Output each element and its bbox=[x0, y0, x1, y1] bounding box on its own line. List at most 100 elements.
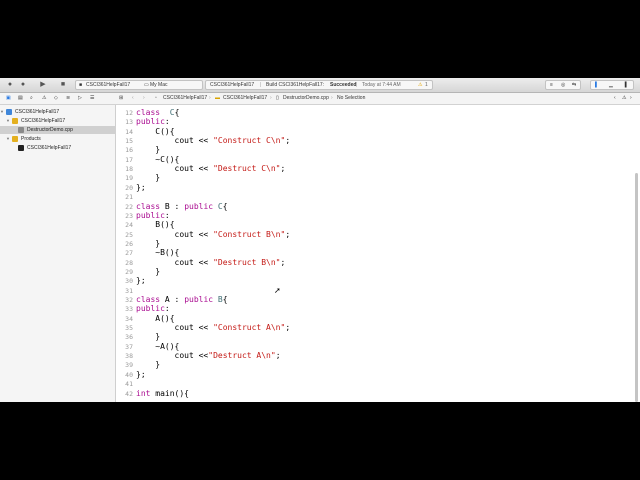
code-line[interactable]: C(){ bbox=[136, 127, 174, 136]
code-token: ; bbox=[280, 257, 286, 267]
navigator-item-label: CSCI361HelpFall17 bbox=[27, 145, 72, 151]
line-number: 31 bbox=[125, 286, 133, 295]
code-token: A(){ bbox=[136, 313, 175, 323]
code-line[interactable]: cout << "Destruct B\n"; bbox=[136, 257, 286, 267]
forward-arrow-icon[interactable]: › bbox=[143, 94, 145, 102]
code-line[interactable]: int main(){ bbox=[136, 389, 189, 398]
minimize-dot[interactable]: ● bbox=[19, 80, 27, 90]
code-line[interactable]: } bbox=[136, 360, 160, 369]
code-line[interactable]: }; bbox=[136, 183, 146, 192]
report-navigator-icon[interactable]: ☰ bbox=[90, 94, 94, 102]
code-line[interactable]: ~B(){ bbox=[136, 248, 179, 257]
standard-editor-icon[interactable]: ≡ bbox=[550, 81, 553, 89]
code-line[interactable]: ~C(){ bbox=[136, 155, 179, 164]
related-items-icon[interactable]: ⊞ bbox=[119, 94, 123, 102]
debug-navigator-icon[interactable]: ≋ bbox=[66, 94, 70, 102]
warning-icon[interactable]: ⚠ bbox=[418, 81, 422, 89]
scheme-selector[interactable]: ■ CSCI361HelpFall17 ▭ My Mac bbox=[75, 80, 203, 90]
line-number: 14 bbox=[125, 127, 133, 136]
status-build: Build CSCI361HelpFall17: bbox=[266, 82, 325, 88]
jump-crumb-3[interactable]: DestructorDemo.cpp bbox=[283, 94, 329, 102]
code-line[interactable]: cout <<"Destruct A\n"; bbox=[136, 351, 281, 360]
issues-warning-icon[interactable]: ⚠ bbox=[622, 94, 626, 102]
navigator-item[interactable]: CSCI361HelpFall17 bbox=[0, 144, 116, 152]
code-token: main(){ bbox=[150, 388, 189, 398]
breakpoint-navigator-icon[interactable]: ▷ bbox=[78, 94, 82, 102]
code-token: ; bbox=[275, 351, 281, 361]
code-token: cout << bbox=[136, 257, 214, 267]
issue-navigator-icon[interactable]: ⚠ bbox=[42, 94, 46, 102]
navigator-item-label: DestructorDemo.cpp bbox=[27, 127, 73, 133]
navigator-item[interactable]: ▼ Products bbox=[0, 135, 116, 143]
issues-next-icon[interactable]: › bbox=[630, 94, 632, 102]
stop-icon[interactable]: ■ bbox=[58, 80, 68, 90]
issues-arrows-icon[interactable]: ‹ bbox=[614, 94, 616, 102]
disclosure-triangle-icon[interactable]: ▼ bbox=[6, 135, 10, 143]
code-line[interactable]: ~A(){ bbox=[136, 342, 179, 351]
code-token: cout << bbox=[136, 164, 214, 174]
jump-crumb-1[interactable]: CSCI361HelpFall17 bbox=[163, 94, 207, 102]
source-editor[interactable]: 12 13 14 15 16 17 18 19 20 21 22 23 24 25 26 27 28 29 30 31… bbox=[116, 105, 640, 402]
assistant-editor-icon[interactable]: ◎ bbox=[561, 81, 565, 89]
version-editor-icon[interactable]: ⇆ bbox=[572, 81, 576, 89]
code-line[interactable]: }; bbox=[136, 276, 146, 285]
code-token: ~C(){ bbox=[136, 154, 180, 164]
code-line[interactable]: public: bbox=[136, 304, 170, 313]
run-icon[interactable]: ▶ bbox=[38, 80, 48, 90]
code-line[interactable]: B(){ bbox=[136, 220, 174, 229]
code-token: } bbox=[136, 332, 161, 342]
code-line[interactable]: cout << "Construct B\n"; bbox=[136, 229, 291, 239]
crumb-separator-icon: › bbox=[270, 95, 272, 101]
disclosure-triangle-icon[interactable]: ▼ bbox=[0, 108, 4, 116]
code-line[interactable]: A(){ bbox=[136, 313, 175, 323]
disclosure-triangle-icon[interactable]: ▼ bbox=[6, 117, 10, 125]
status-separator-2: | bbox=[356, 82, 358, 88]
code-line[interactable]: cout << "Construct C\n"; bbox=[136, 136, 291, 145]
navigator-item-label: Products bbox=[21, 136, 41, 142]
code-line[interactable]: class B : public C{ bbox=[136, 202, 228, 211]
code-token: "Destruct A\n" bbox=[208, 351, 276, 361]
code-line[interactable]: }; bbox=[136, 370, 146, 379]
test-navigator-icon[interactable]: ◇ bbox=[54, 94, 58, 102]
code-line[interactable]: cout << "Destruct C\n"; bbox=[136, 164, 286, 174]
jump-crumb-4[interactable]: No Selection bbox=[337, 94, 365, 102]
code-line[interactable]: } bbox=[136, 239, 160, 248]
code-line[interactable]: } bbox=[136, 332, 160, 341]
code-line[interactable]: cout << "Construct A\n"; bbox=[136, 323, 291, 332]
code-line[interactable]: } bbox=[136, 173, 160, 182]
back-arrow-icon[interactable]: ‹ bbox=[132, 94, 134, 102]
utilities-toggle-icon[interactable]: ▐ bbox=[623, 81, 627, 89]
code-line[interactable]: public: bbox=[136, 211, 170, 220]
line-number: 35 bbox=[125, 324, 133, 333]
code-line[interactable]: } bbox=[136, 145, 160, 154]
navigator-item[interactable]: ▼ CSCI361HelpFall17 bbox=[0, 108, 116, 116]
code-token: public bbox=[136, 117, 165, 127]
close-dot[interactable]: ● bbox=[6, 80, 14, 90]
navigator-toggle-icon[interactable]: ▌ bbox=[595, 81, 599, 89]
view-control[interactable]: ▌ ▁ ▐ bbox=[590, 80, 634, 90]
code-line[interactable]: public: bbox=[136, 117, 170, 126]
code-token: cout << bbox=[136, 229, 214, 239]
code-line[interactable]: class A : public B{ bbox=[136, 295, 228, 304]
code-token: } bbox=[136, 238, 161, 248]
jump-crumb-2[interactable]: CSCI361HelpFall17 bbox=[223, 94, 267, 102]
navigator-item-label: CSCI361HelpFall17 bbox=[15, 109, 60, 115]
line-number: 33 bbox=[125, 305, 133, 314]
vertical-scrollbar[interactable] bbox=[635, 173, 638, 402]
warning-count: 1 bbox=[425, 82, 428, 88]
find-navigator-icon[interactable]: ⌕ bbox=[30, 94, 33, 102]
code-token: } bbox=[136, 360, 161, 370]
code-token: : bbox=[164, 210, 170, 220]
debug-toggle-icon[interactable]: ▁ bbox=[609, 81, 613, 89]
navigator-item[interactable]: DestructorDemo.cpp bbox=[0, 126, 116, 134]
symbol-navigator-icon[interactable]: ▤ bbox=[18, 94, 23, 102]
editor-mode-control[interactable]: ≡ ◎ ⇆ bbox=[545, 80, 581, 90]
line-number: 38 bbox=[125, 352, 133, 361]
folder-icon bbox=[12, 136, 18, 142]
line-number: 20 bbox=[125, 183, 133, 192]
project-navigator-icon[interactable]: ▣ bbox=[6, 94, 11, 102]
navigator-item[interactable]: ▼ CSCI361HelpFall17 bbox=[0, 117, 116, 125]
code-line[interactable]: } bbox=[136, 267, 160, 276]
code-line[interactable]: class C{ bbox=[136, 108, 179, 117]
status-separator: | bbox=[260, 82, 262, 88]
